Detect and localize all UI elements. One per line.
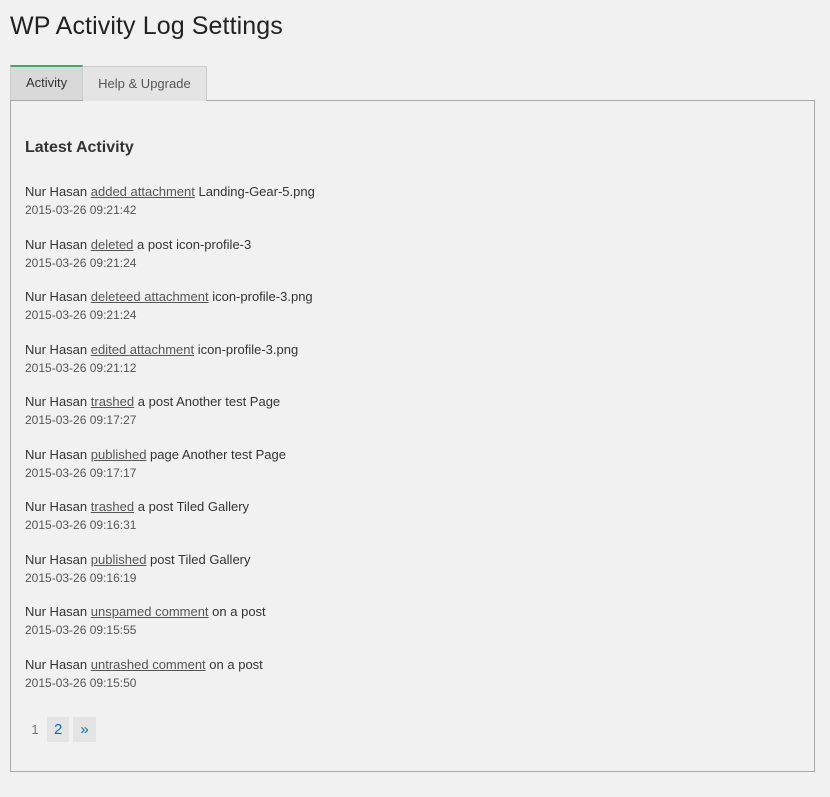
- activity-middle: a post: [137, 236, 173, 252]
- activity-panel: Latest Activity Nur Hasan added attachme…: [10, 100, 815, 772]
- activity-line: Nur Hasan trashed a post Another test Pa…: [25, 393, 315, 411]
- activity-line: Nur Hasan unspamed comment on a post: [25, 603, 315, 621]
- settings-tabs: Activity Help & Upgrade: [10, 65, 207, 101]
- activity-line: Nur Hasan published post Tiled Gallery: [25, 551, 315, 569]
- activity-user: Nur Hasan: [25, 499, 88, 514]
- activity-middle: page: [150, 446, 179, 462]
- activity-user: Nur Hasan: [25, 551, 88, 567]
- tab-help-upgrade[interactable]: Help & Upgrade: [83, 66, 207, 101]
- activity-middle: a post: [137, 394, 174, 409]
- list-item: Nur Hasan edited attachment icon-profile…: [25, 341, 315, 394]
- page-title: WP Activity Log Settings: [10, 12, 283, 40]
- activity-timestamp: 2015-03-26 09:15:50: [25, 675, 137, 690]
- activity-target: Another test Page: [181, 446, 286, 462]
- activity-timestamp: 2015-03-26 09:16:19: [25, 570, 137, 585]
- activity-target: icon-profile-3.png: [212, 289, 313, 304]
- page-current: 1: [31, 722, 39, 737]
- activity-middle: a post: [137, 499, 174, 514]
- section-title: Latest Activity: [25, 139, 134, 156]
- activity-action-link[interactable]: deleted: [91, 237, 134, 252]
- activity-timestamp: 2015-03-26 09:21:24: [25, 308, 137, 322]
- list-item: Nur Hasan untrashed comment on a post 20…: [25, 656, 315, 709]
- activity-timestamp: 2015-03-26 09:17:17: [25, 465, 137, 480]
- activity-middle: post: [150, 551, 175, 567]
- activity-timestamp: 2015-03-26 09:21:12: [25, 360, 137, 375]
- activity-timestamp: 2015-03-26 09:21:42: [25, 203, 137, 217]
- activity-middle: on a post: [212, 604, 266, 619]
- activity-line: Nur Hasan deleteed attachment icon-profi…: [25, 288, 315, 306]
- activity-line: Nur Hasan edited attachment icon-profile…: [25, 341, 315, 359]
- activity-timestamp: 2015-03-26 09:15:55: [25, 623, 137, 637]
- tab-activity[interactable]: Activity: [10, 65, 84, 100]
- list-item: Nur Hasan deleteed attachment icon-profi…: [25, 288, 315, 341]
- activity-target: Tiled Gallery: [176, 499, 250, 514]
- activity-line: Nur Hasan added attachment Landing-Gear-…: [25, 183, 315, 201]
- activity-action-link[interactable]: trashed: [91, 394, 134, 409]
- activity-target: icon-profile-3: [176, 236, 252, 252]
- activity-list: Nur Hasan added attachment Landing-Gear-…: [25, 183, 315, 708]
- activity-line: Nur Hasan trashed a post Tiled Gallery: [25, 498, 315, 516]
- activity-action-link[interactable]: added attachment: [91, 184, 195, 199]
- activity-user: Nur Hasan: [25, 289, 88, 304]
- activity-user: Nur Hasan: [25, 604, 88, 619]
- activity-timestamp: 2015-03-26 09:21:24: [25, 255, 137, 270]
- activity-action-link[interactable]: edited attachment: [91, 342, 194, 357]
- activity-target: icon-profile-3.png: [197, 341, 299, 357]
- activity-user: Nur Hasan: [25, 236, 88, 252]
- page-next-button[interactable]: »: [73, 717, 96, 742]
- activity-action-link[interactable]: unspamed comment: [91, 604, 209, 619]
- activity-action-link[interactable]: published: [91, 447, 147, 462]
- activity-target: Landing-Gear-5.png: [198, 184, 315, 199]
- activity-action-link[interactable]: deleteed attachment: [91, 289, 209, 304]
- activity-target: Another test Page: [176, 394, 281, 409]
- activity-timestamp: 2015-03-26 09:16:31: [25, 518, 137, 532]
- activity-user: Nur Hasan: [25, 341, 88, 357]
- list-item: Nur Hasan published post Tiled Gallery 2…: [25, 551, 315, 604]
- activity-target: Tiled Gallery: [178, 551, 251, 567]
- activity-action-link[interactable]: published: [91, 552, 147, 567]
- activity-user: Nur Hasan: [25, 446, 88, 462]
- activity-user: Nur Hasan: [25, 184, 88, 199]
- activity-action-link[interactable]: trashed: [91, 499, 134, 514]
- activity-user: Nur Hasan: [25, 656, 88, 672]
- list-item: Nur Hasan trashed a post Tiled Gallery 2…: [25, 498, 315, 551]
- activity-line: Nur Hasan deleted a post icon-profile-3: [25, 236, 315, 254]
- list-item: Nur Hasan added attachment Landing-Gear-…: [25, 183, 315, 236]
- activity-line: Nur Hasan untrashed comment on a post: [25, 656, 315, 674]
- activity-action-link[interactable]: untrashed comment: [91, 657, 206, 672]
- pagination: 1 2 »: [25, 717, 96, 742]
- list-item: Nur Hasan unspamed comment on a post 201…: [25, 603, 315, 656]
- activity-line: Nur Hasan published page Another test Pa…: [25, 446, 315, 464]
- activity-middle: on a post: [209, 656, 263, 672]
- activity-user: Nur Hasan: [25, 394, 88, 409]
- page-link-2[interactable]: 2: [47, 717, 70, 742]
- list-item: Nur Hasan trashed a post Another test Pa…: [25, 393, 315, 446]
- list-item: Nur Hasan deleted a post icon-profile-3 …: [25, 236, 315, 289]
- activity-timestamp: 2015-03-26 09:17:27: [25, 413, 137, 427]
- list-item: Nur Hasan published page Another test Pa…: [25, 446, 315, 499]
